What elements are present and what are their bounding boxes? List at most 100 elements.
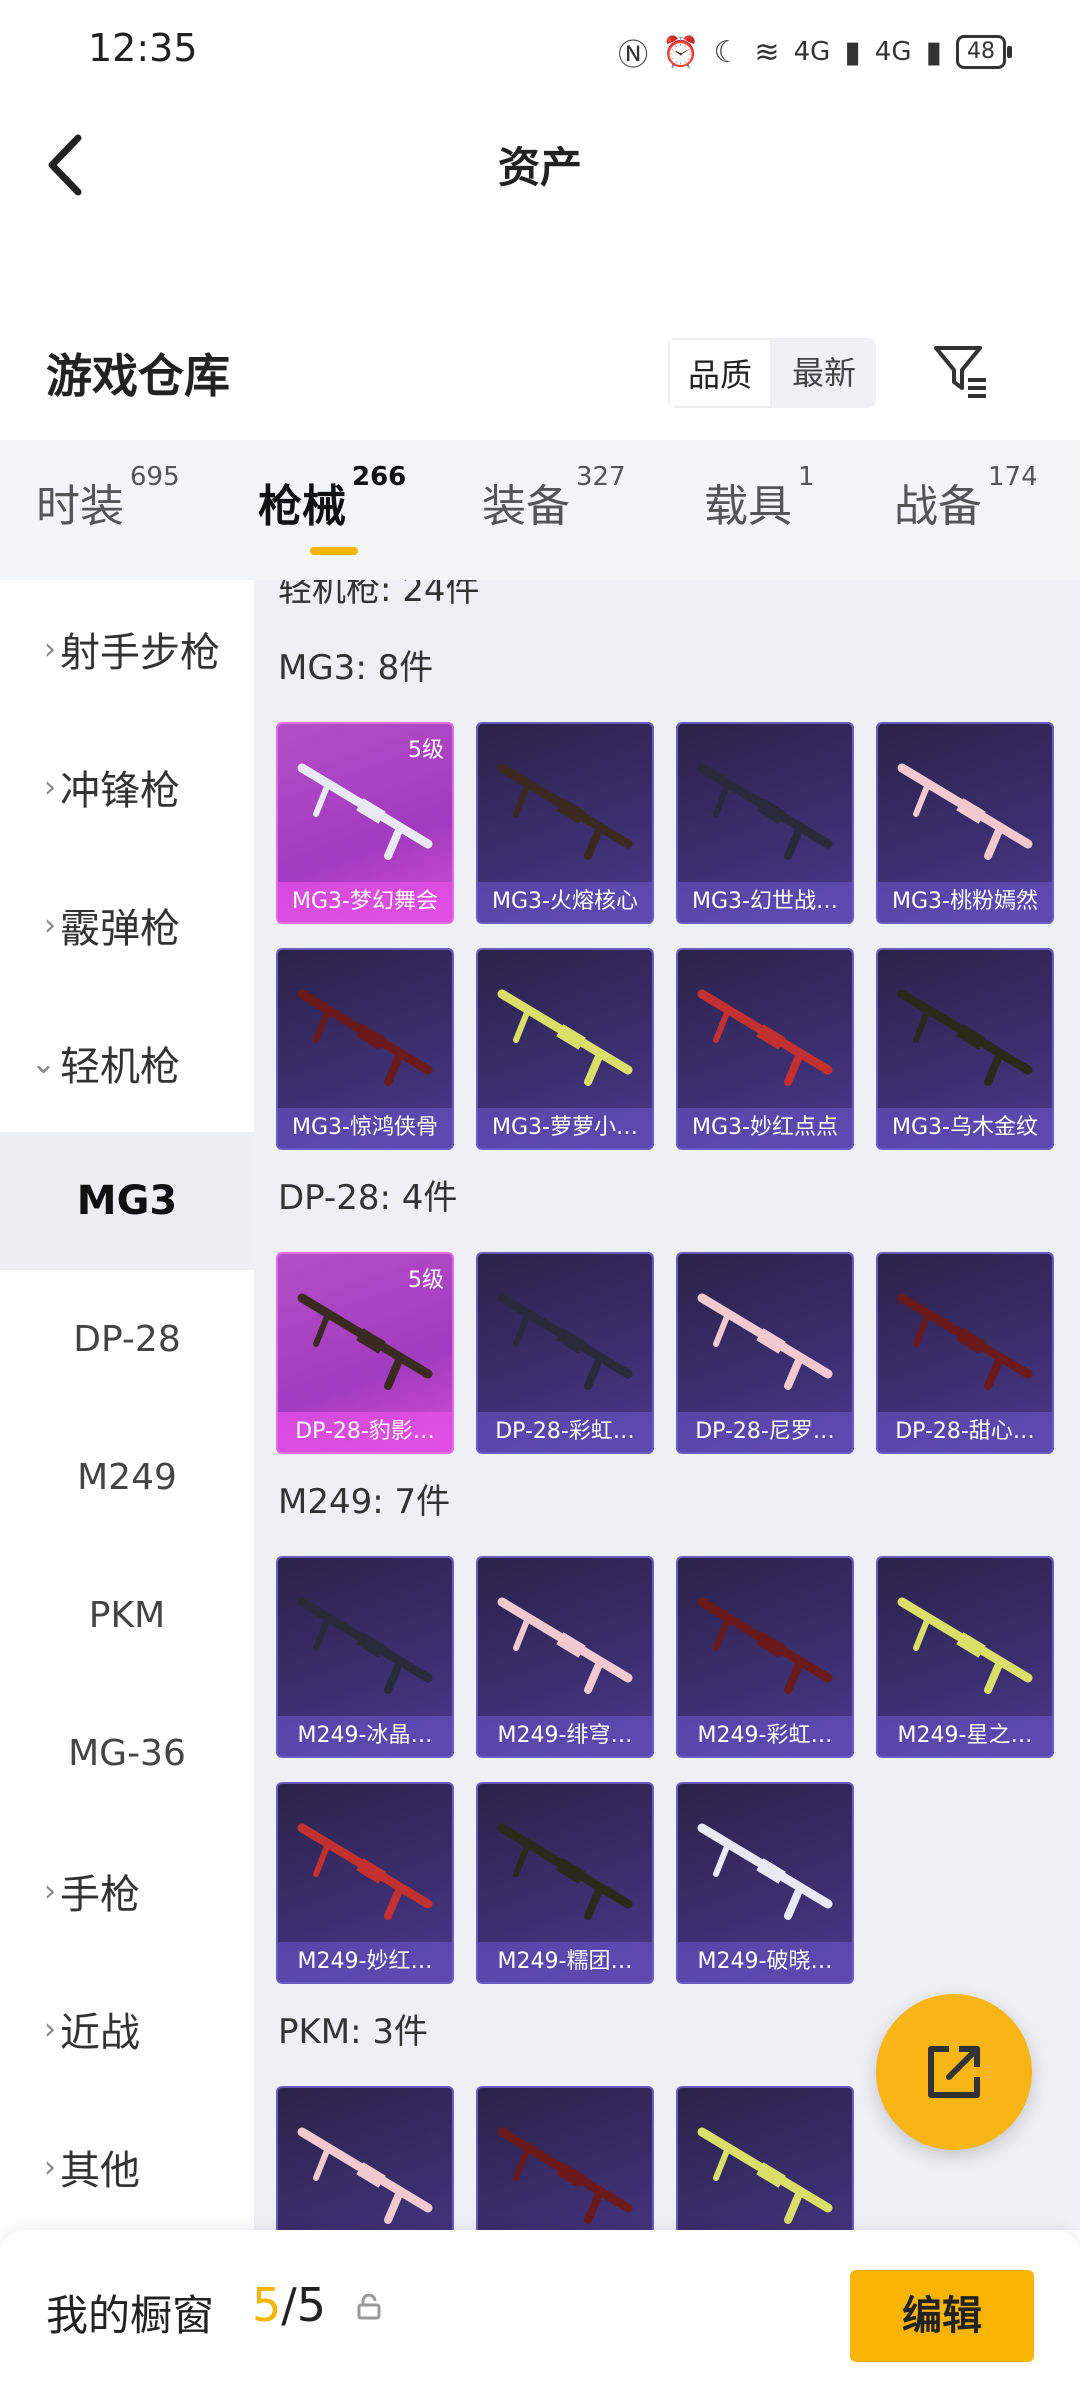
chevron-down-icon: ⌄ <box>30 1045 56 1081</box>
skin-name: M249-妙红… <box>278 1942 452 1982</box>
skin-card[interactable] <box>476 2086 654 2230</box>
share-button[interactable] <box>876 1994 1032 2150</box>
skin-card[interactable]: MG3-妙红点点 <box>676 948 854 1150</box>
tab-active-indicator <box>310 547 358 555</box>
skin-card[interactable]: MG3-惊鸿侠骨 <box>276 948 454 1150</box>
skin-card[interactable]: MG3-火熔核心 <box>476 722 654 924</box>
sidebar-sub-m249[interactable]: M249 <box>0 1408 254 1546</box>
skin-card[interactable]: M249-破晓… <box>676 1782 854 1984</box>
skin-name: M249-绯穹… <box>478 1716 652 1756</box>
skin-name: M249-彩虹… <box>678 1716 852 1756</box>
sidebar-item-other[interactable]: › 其他 <box>0 2098 254 2230</box>
sidebar-sub-pkm[interactable]: PKM <box>0 1546 254 1684</box>
item-grid-area[interactable]: 轻机枪: 24件 MG3: 8件 5级 MG3-梦幻舞会 MG3-火熔核心 MG3-幻世… <box>254 580 1080 2230</box>
tab-equipment[interactable]: 装备327 <box>482 462 626 534</box>
sidebar-item-marksman[interactable]: › 射手步枪 <box>0 580 254 718</box>
skin-name: MG3-梦幻舞会 <box>278 882 452 922</box>
skin-name: DP-28-彩虹… <box>478 1412 652 1452</box>
sidebar-sub-mg36[interactable]: MG-36 <box>0 1684 254 1822</box>
skin-card[interactable]: M249-绯穹… <box>476 1556 654 1758</box>
gun-skin-image <box>697 1293 833 1390</box>
gun-skin-image <box>497 763 633 860</box>
gun-skin-image <box>497 2127 633 2224</box>
skin-card[interactable] <box>676 2086 854 2230</box>
gun-skin-image <box>297 2127 433 2224</box>
gun-skin-image <box>497 989 633 1086</box>
sort-quality-button[interactable]: 品质 <box>668 338 772 408</box>
skin-name: MG3-妙红点点 <box>678 1108 852 1148</box>
nav-bar: 资产 <box>0 100 1080 230</box>
sort-toggle: 品质 最新 <box>668 338 876 408</box>
tab-count: 1 <box>798 462 815 492</box>
chevron-right-icon: › <box>44 2011 56 2047</box>
skin-card[interactable]: M249-彩虹… <box>676 1556 854 1758</box>
sidebar-item-smg[interactable]: › 冲锋枪 <box>0 718 254 856</box>
gun-skin-image <box>697 1597 833 1694</box>
battery-icon: 48 <box>956 35 1012 69</box>
gun-skin-image <box>697 763 833 860</box>
skin-name: DP-28-豹影… <box>278 1412 452 1452</box>
gun-skin-image <box>497 1293 633 1390</box>
skin-card[interactable]: MG3-萝萝小… <box>476 948 654 1150</box>
skin-name: MG3-萝萝小… <box>478 1108 652 1148</box>
skin-card[interactable]: MG3-乌木金纹 <box>876 948 1054 1150</box>
gun-skin-image <box>697 2127 833 2224</box>
sidebar-item-pistol[interactable]: › 手枪 <box>0 1822 254 1960</box>
tab-label: 枪械 <box>258 481 346 532</box>
edit-button[interactable]: 编辑 <box>850 2270 1034 2362</box>
sidebar-sub-mg3[interactable]: MG3 <box>0 1132 254 1270</box>
skin-name: DP-28-甜心… <box>878 1412 1052 1452</box>
gun-skin-image <box>497 1597 633 1694</box>
tab-count: 266 <box>352 462 407 492</box>
tab-fashion[interactable]: 时装695 <box>36 462 180 534</box>
status-icons: Ⓝ ⏰ ☾ ≋ 4G ▮ 4G ▮ 48 <box>618 30 1012 74</box>
gun-skin-image <box>897 1597 1033 1694</box>
skin-card[interactable]: MG3-桃粉嫣然 <box>876 722 1054 924</box>
skin-name: MG3-幻世战… <box>678 882 852 922</box>
sidebar-sub-dp28[interactable]: DP-28 <box>0 1270 254 1408</box>
tab-label: 时装 <box>36 481 124 532</box>
skin-card[interactable]: M249-冰晶… <box>276 1556 454 1758</box>
skin-name: M249-冰晶… <box>278 1716 452 1756</box>
skin-card[interactable]: M249-星之… <box>876 1556 1054 1758</box>
alarm-icon: ⏰ <box>662 34 700 70</box>
skin-card[interactable] <box>276 2086 454 2230</box>
signal-1-label: 4G <box>793 37 831 67</box>
level-badge: 5级 <box>408 1268 444 1293</box>
tab-label: 装备 <box>482 481 570 532</box>
tab-supplies[interactable]: 战备174 <box>894 462 1038 534</box>
filter-icon[interactable] <box>930 340 990 400</box>
sidebar-item-label: 冲锋枪 <box>60 768 180 814</box>
skin-card[interactable]: M249-糯团… <box>476 1782 654 1984</box>
skin-card[interactable]: DP-28-尼罗… <box>676 1252 854 1454</box>
signal-2-label: 4G <box>874 37 912 67</box>
gun-skin-image <box>897 1293 1033 1390</box>
chevron-right-icon: › <box>44 2149 56 2185</box>
skin-card[interactable]: DP-28-甜心… <box>876 1252 1054 1454</box>
sidebar-item-melee[interactable]: › 近战 <box>0 1960 254 2098</box>
tab-guns[interactable]: 枪械266 <box>258 462 406 534</box>
chevron-right-icon: › <box>44 907 56 943</box>
skin-card[interactable]: MG3-幻世战… <box>676 722 854 924</box>
sidebar-item-label: 射手步枪 <box>60 630 220 676</box>
skin-name: MG3-火熔核心 <box>478 882 652 922</box>
signal-icon-2: ▮ <box>925 34 942 70</box>
sidebar-item-lmg[interactable]: ⌄ 轻机枪 <box>0 994 254 1132</box>
sidebar-item-shotgun[interactable]: › 霰弹枪 <box>0 856 254 994</box>
tab-count: 327 <box>576 462 626 492</box>
skin-name: MG3-惊鸿侠骨 <box>278 1108 452 1148</box>
nfc-icon: Ⓝ <box>618 38 649 73</box>
skin-name: MG3-桃粉嫣然 <box>878 882 1052 922</box>
sort-latest-button[interactable]: 最新 <box>772 338 876 408</box>
showcase-label: 我的橱窗 <box>46 2291 215 2340</box>
skin-card[interactable]: DP-28-彩虹… <box>476 1252 654 1454</box>
tab-vehicles[interactable]: 载具1 <box>704 462 815 534</box>
skin-card[interactable]: 5级 MG3-梦幻舞会 <box>276 722 454 924</box>
gun-skin-image <box>697 1823 833 1920</box>
wifi-icon: ≋ <box>754 34 780 70</box>
skin-card[interactable]: 5级 DP-28-豹影… <box>276 1252 454 1454</box>
skin-card[interactable]: M249-妙红… <box>276 1782 454 1984</box>
sidebar-item-label: 近战 <box>60 2010 140 2056</box>
showcase-bar: 我的橱窗 5/5 编辑 <box>0 2230 1080 2390</box>
sidebar-item-label: 轻机枪 <box>60 1044 180 1090</box>
